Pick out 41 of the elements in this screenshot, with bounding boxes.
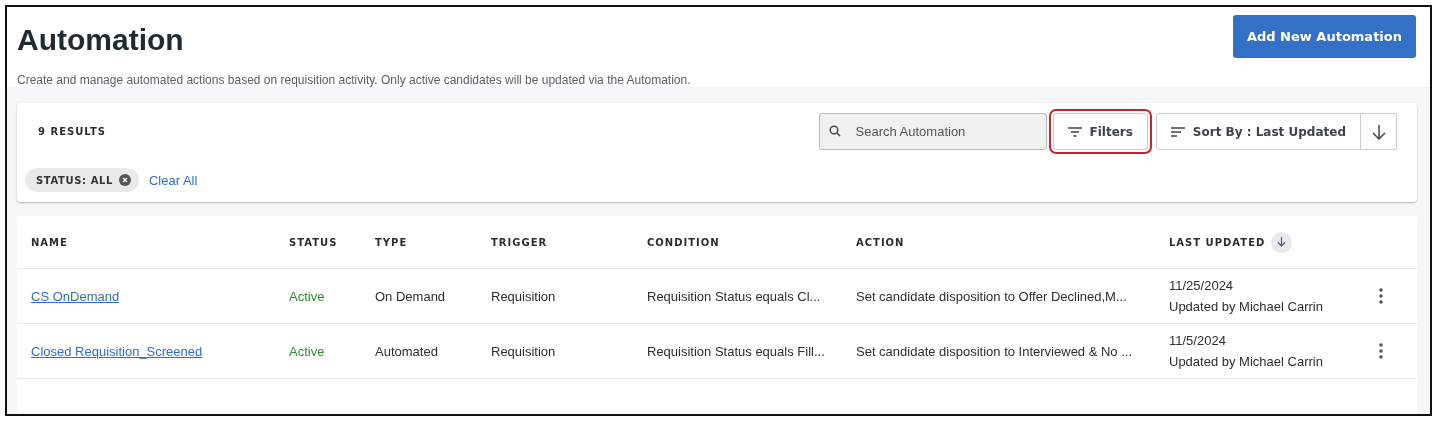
kebab-icon <box>1379 343 1383 359</box>
filter-icon <box>1067 126 1082 137</box>
updated-by: Updated by Michael Carrin <box>1169 299 1324 314</box>
arrow-down-icon <box>1371 123 1386 140</box>
clear-all-link[interactable]: Clear All <box>148 172 198 188</box>
filter-chip[interactable]: STATUS: ALL <box>25 168 139 192</box>
add-automation-button[interactable]: Add New Automation <box>1232 15 1416 58</box>
kebab-icon <box>1379 288 1383 304</box>
status-cell-text: Active <box>289 343 326 359</box>
sort-direction-button[interactable] <box>1361 113 1397 150</box>
type-cell-text: Automated <box>375 343 439 359</box>
sort-button[interactable]: Sort By : Last Updated <box>1155 113 1361 150</box>
column-header[interactable]: TRIGGER <box>491 236 647 248</box>
type-cell-text: On Demand <box>375 288 447 304</box>
column-header[interactable]: TYPE <box>375 236 491 248</box>
results-count: 9 RESULTS <box>38 126 108 137</box>
action-cell-text: Set candidate disposition to Interviewed & No ... <box>856 343 1134 359</box>
more-menu-button[interactable] <box>1377 341 1385 361</box>
column-header[interactable]: ACTION <box>856 236 1169 248</box>
action-cell-text: Set candidate disposition to Offer Declined,M... <box>856 288 1128 304</box>
column-header[interactable]: CONDITION <box>647 236 856 248</box>
updated-date: 11/25/2024 <box>1169 278 1235 293</box>
automation-name-link[interactable]: CS OnDemand <box>31 288 120 304</box>
column-header[interactable]: STATUS <box>289 236 375 248</box>
condition-cell-text: Requisition Status equals Fill... <box>647 343 826 359</box>
more-menu-button[interactable] <box>1377 286 1385 306</box>
condition-cell-text: Requisition Status equals Cl... <box>647 288 822 304</box>
status-cell-text: Active <box>289 288 326 304</box>
column-header[interactable]: NAME <box>31 236 289 248</box>
remove-icon[interactable] <box>118 174 131 186</box>
column-header[interactable]: LAST UPDATED <box>1169 231 1377 253</box>
automation-name-link[interactable]: Closed Requisition_Screened <box>31 343 203 359</box>
page-description: Create and manage automated actions based on requisition activity. Only active candidates will be updated via the Automation. <box>17 73 691 87</box>
trigger-cell-text: Requisition <box>491 288 557 304</box>
search-field[interactable]: Search Automation <box>818 113 1047 150</box>
trigger-cell-text: Requisition <box>491 343 557 359</box>
page-title: Automation <box>17 23 185 57</box>
sort-icon <box>1170 126 1185 137</box>
updated-by: Updated by Michael Carrin <box>1169 354 1324 369</box>
updated-date: 11/5/2024 <box>1169 333 1227 348</box>
sort-indicator-icon[interactable] <box>1271 231 1293 253</box>
